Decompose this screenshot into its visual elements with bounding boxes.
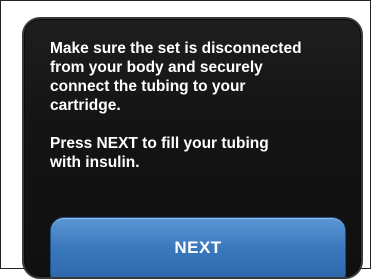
instruction-message: Make sure the set is disconnected from y… xyxy=(50,39,350,172)
instruction-text-press-next: Press NEXT to fill your tubing with insu… xyxy=(50,135,269,171)
image-frame: Make sure the set is disconnected from y… xyxy=(0,0,371,279)
next-button[interactable]: NEXT xyxy=(50,217,346,277)
next-button-label: NEXT xyxy=(174,238,222,257)
pump-screen: Make sure the set is disconnected from y… xyxy=(22,17,363,279)
instruction-text-connect: Make sure the set is disconnected from y… xyxy=(50,40,302,114)
